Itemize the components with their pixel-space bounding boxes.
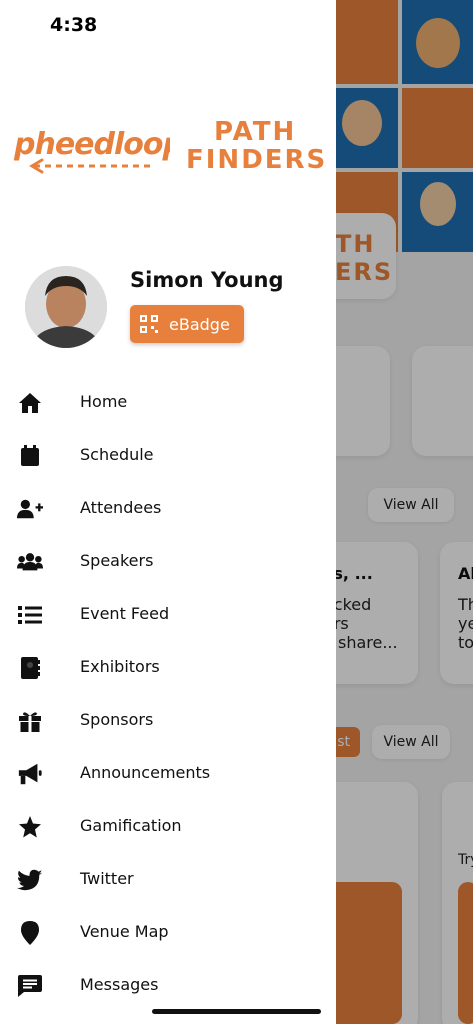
pheedloop-logo: pheedloop: [13, 114, 185, 180]
path-finders-line2: FINDERS: [186, 145, 328, 175]
menu-item-attendees[interactable]: Attendees: [0, 482, 336, 535]
message-icon: [17, 973, 43, 999]
ebadge-button[interactable]: eBadge: [130, 305, 244, 343]
user-plus-icon: [17, 496, 43, 522]
menu-label: Exhibitors: [80, 657, 160, 676]
ebadge-label: eBadge: [169, 314, 230, 334]
menu-label: Announcements: [80, 763, 211, 782]
path-finders-line1: PATH: [214, 117, 297, 147]
menu-item-messages[interactable]: Messages: [0, 959, 336, 1012]
menu-label: Speakers: [80, 551, 154, 570]
menu-item-gamification[interactable]: Gamification: [0, 800, 336, 853]
menu-label: Attendees: [80, 498, 162, 517]
avatar[interactable]: [25, 266, 107, 348]
users-icon: [17, 549, 43, 575]
list-icon: [17, 602, 43, 628]
status-time: 4:38: [50, 14, 98, 36]
megaphone-icon: [17, 761, 43, 787]
path-finders-logo: PATH FINDERS: [186, 118, 327, 174]
home-icon: [17, 390, 43, 416]
address-book-icon: [17, 655, 43, 681]
twitter-icon: [17, 867, 43, 893]
gift-icon: [17, 708, 43, 734]
menu-item-speakers[interactable]: Speakers: [0, 535, 336, 588]
menu-item-event-feed[interactable]: Event Feed: [0, 588, 336, 641]
menu-label: Sponsors: [80, 710, 154, 729]
menu-item-exhibitors[interactable]: Exhibitors: [0, 641, 336, 694]
menu-item-twitter[interactable]: Twitter: [0, 853, 336, 906]
calendar-icon: [17, 443, 43, 469]
map-pin-icon: [17, 920, 43, 946]
menu-item-schedule[interactable]: Schedule: [0, 429, 336, 482]
svg-text:pheedloop: pheedloop: [14, 127, 170, 162]
menu-label: Event Feed: [80, 604, 170, 623]
menu-item-announcements[interactable]: Announcements: [0, 747, 336, 800]
menu-label: Schedule: [80, 445, 154, 464]
home-indicator[interactable]: [152, 1009, 321, 1014]
menu-item-home[interactable]: Home: [0, 376, 336, 429]
side-drawer: 4:38 pheedloop PATH FINDERS Simon Young: [0, 0, 336, 1024]
menu-label: Venue Map: [80, 922, 169, 941]
star-icon: [17, 814, 43, 840]
qr-code-icon: [140, 315, 158, 333]
menu-item-sponsors[interactable]: Sponsors: [0, 694, 336, 747]
menu-label: Messages: [80, 975, 159, 994]
user-name: Simon Young: [130, 268, 284, 292]
menu-label: Home: [80, 392, 128, 411]
menu-item-venue-map[interactable]: Venue Map: [0, 906, 336, 959]
menu-label: Gamification: [80, 816, 182, 835]
menu-label: Twitter: [80, 869, 134, 888]
